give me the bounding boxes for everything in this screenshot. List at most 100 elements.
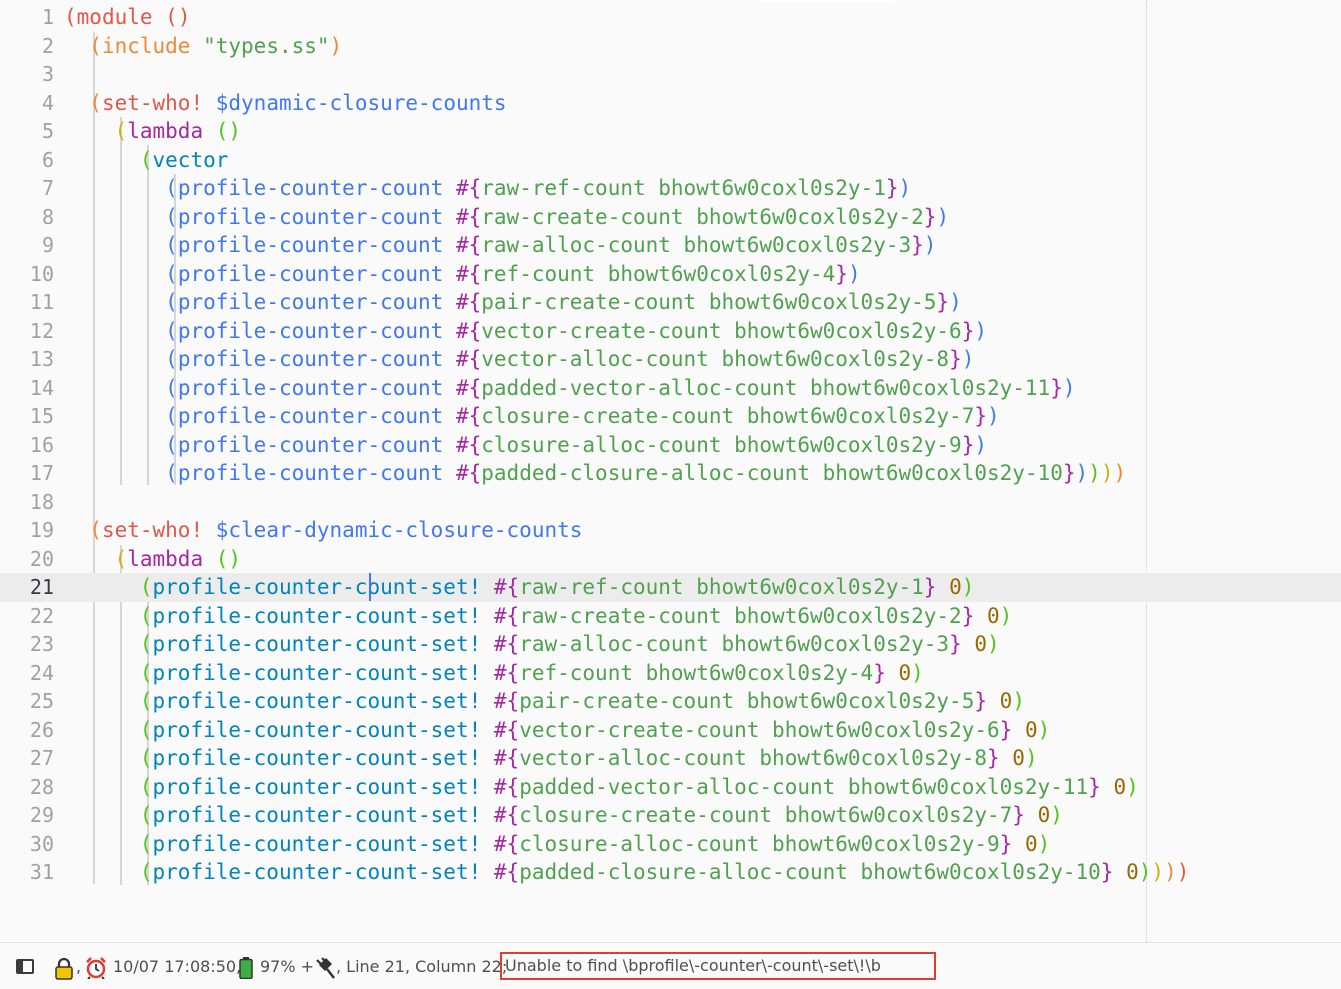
code-line[interactable]: 21 (profile-counter-count-set! #{raw-ref… bbox=[0, 573, 1341, 602]
code-token: 0 bbox=[987, 603, 1000, 628]
code-line[interactable]: 13 (profile-counter-count #{vector-alloc… bbox=[0, 345, 1341, 374]
code-line[interactable]: 6 (vector bbox=[0, 146, 1341, 175]
code-line[interactable]: 12 (profile-counter-count #{vector-creat… bbox=[0, 317, 1341, 346]
line-number: 3 bbox=[41, 62, 54, 86]
code-line[interactable]: 5 (lambda () bbox=[0, 117, 1341, 146]
code-token: ( bbox=[89, 90, 102, 115]
code-token: profile-counter-count bbox=[177, 404, 456, 428]
code-line[interactable]: 16 (profile-counter-count #{closure-allo… bbox=[0, 431, 1341, 460]
code-line[interactable]: 25 (profile-counter-count-set! #{pair-cr… bbox=[0, 687, 1341, 716]
code-line[interactable]: 2 (include "types.ss") bbox=[0, 32, 1341, 61]
code-token: ) bbox=[923, 233, 937, 257]
line-number: 16 bbox=[29, 432, 54, 457]
code-line[interactable]: 7 (profile-counter-count #{raw-ref-count… bbox=[0, 174, 1341, 203]
code-line[interactable]: 19 (set-who! $clear-dynamic-closure-coun… bbox=[0, 516, 1341, 545]
code-token: #{ bbox=[493, 689, 520, 713]
code-token: } bbox=[961, 603, 975, 628]
code-line[interactable]: 14 (profile-counter-count #{padded-vecto… bbox=[0, 374, 1341, 403]
code-line[interactable]: 29 (profile-counter-count-set! #{closure… bbox=[0, 801, 1341, 830]
code-token: ref-count bhowt6w0coxl0s2y-4 bbox=[519, 660, 874, 685]
line-number: 29 bbox=[29, 803, 54, 827]
code-token: ) bbox=[936, 204, 950, 229]
line-number: 6 bbox=[41, 147, 54, 172]
code-line[interactable]: 30 (profile-counter-count-set! #{closure… bbox=[0, 830, 1341, 859]
code-token: profile-counter-count-set! bbox=[152, 603, 494, 628]
sidebar-toggle-icon[interactable] bbox=[16, 959, 34, 974]
code-line[interactable]: 15 (profile-counter-count #{closure-crea… bbox=[0, 402, 1341, 431]
code-line[interactable]: 1 (module () bbox=[0, 3, 1341, 32]
line-code: (profile-counter-count #{pair-create-cou… bbox=[64, 288, 962, 317]
code-token: #{ bbox=[493, 660, 520, 685]
code-line[interactable]: 3 bbox=[0, 60, 1341, 89]
code-token: profile-counter-count bbox=[177, 347, 456, 371]
code-line[interactable]: 17 (profile-counter-count #{padded-closu… bbox=[0, 459, 1341, 488]
line-code: (profile-counter-count #{closure-alloc-c… bbox=[64, 431, 987, 460]
code-line[interactable]: 18 bbox=[0, 488, 1341, 517]
line-code: (vector bbox=[64, 146, 229, 175]
code-line[interactable]: 8 (profile-counter-count #{raw-create-co… bbox=[0, 203, 1341, 232]
code-token: #{ bbox=[493, 632, 520, 656]
code-line[interactable]: 4 (set-who! $dynamic-closure-counts bbox=[0, 89, 1341, 118]
code-token: } bbox=[1062, 461, 1076, 485]
code-token: profile-counter-count-set! bbox=[152, 774, 494, 799]
code-token: profile-counter-count bbox=[177, 233, 456, 257]
line-number: 20 bbox=[29, 546, 54, 571]
line-number: 10 bbox=[29, 261, 54, 286]
code-token: module bbox=[76, 5, 166, 29]
line-code: (profile-counter-count-set! #{closure-cr… bbox=[64, 801, 1063, 830]
line-number: 24 bbox=[29, 660, 54, 685]
code-line[interactable]: 26 (profile-counter-count-set! #{vector-… bbox=[0, 716, 1341, 745]
code-line[interactable]: 27 (profile-counter-count-set! #{vector-… bbox=[0, 744, 1341, 773]
code-token: #{ bbox=[455, 461, 482, 485]
code-editor[interactable]: 1 (module () 2 (include "types.ss") 3 4 (set… bbox=[0, 0, 1341, 942]
code-token: #{ bbox=[455, 404, 482, 428]
line-number: 4 bbox=[41, 90, 54, 115]
line-number: 27 bbox=[29, 746, 54, 770]
code-line[interactable]: 20 (lambda () bbox=[0, 545, 1341, 574]
status-cursor-position: , Line 21, Column 22; bbox=[336, 957, 508, 976]
code-token: profile-counter-count-set! bbox=[152, 632, 494, 656]
code-token: vector-create-count bhowt6w0coxl0s2y-6 bbox=[519, 717, 1000, 742]
code-line[interactable]: 23 (profile-counter-count-set! #{raw-all… bbox=[0, 630, 1341, 659]
code-line[interactable]: 28 (profile-counter-count-set! #{padded-… bbox=[0, 773, 1341, 802]
code-token: ) bbox=[974, 432, 988, 457]
code-token: ) bbox=[1100, 461, 1114, 485]
line-number: 15 bbox=[29, 404, 54, 428]
line-number: 8 bbox=[41, 204, 54, 229]
code-token: #{ bbox=[493, 746, 520, 770]
code-token: ) bbox=[1113, 461, 1127, 485]
code-token: profile-counter-count-set! bbox=[152, 660, 494, 685]
line-code: (profile-counter-count-set! #{raw-alloc-… bbox=[64, 630, 1000, 659]
code-token: ( bbox=[165, 461, 178, 485]
code-line[interactable]: 24 (profile-counter-count-set! #{ref-cou… bbox=[0, 659, 1341, 688]
code-line[interactable]: 22 (profile-counter-count-set! #{raw-cre… bbox=[0, 602, 1341, 631]
code-token: pair-create-count bhowt6w0coxl0s2y-5 bbox=[519, 689, 975, 713]
code-token: ) bbox=[987, 404, 1000, 428]
code-token: ) bbox=[1088, 461, 1101, 485]
code-token: } bbox=[999, 831, 1013, 856]
code-token: #{ bbox=[455, 261, 482, 286]
line-code: (profile-counter-count-set! #{vector-cre… bbox=[64, 716, 1050, 745]
code-token: ) bbox=[1176, 860, 1190, 884]
code-token: padded-closure-alloc-count bhowt6w0coxl0… bbox=[519, 860, 1101, 884]
status-message: Unable to find \bprofile\-counter\-count… bbox=[505, 956, 881, 975]
code-line[interactable]: 10 (profile-counter-count #{ref-count bh… bbox=[0, 260, 1341, 289]
code-token: ) bbox=[987, 632, 1000, 656]
code-line[interactable]: 31 (profile-counter-count-set! #{padded-… bbox=[0, 858, 1341, 887]
tab-indicator bbox=[758, 0, 892, 2]
code-line[interactable]: 9 (profile-counter-count #{raw-alloc-cou… bbox=[0, 231, 1341, 260]
code-token: 0 bbox=[1113, 774, 1127, 799]
code-line[interactable]: 11 (profile-counter-count #{pair-create-… bbox=[0, 288, 1341, 317]
